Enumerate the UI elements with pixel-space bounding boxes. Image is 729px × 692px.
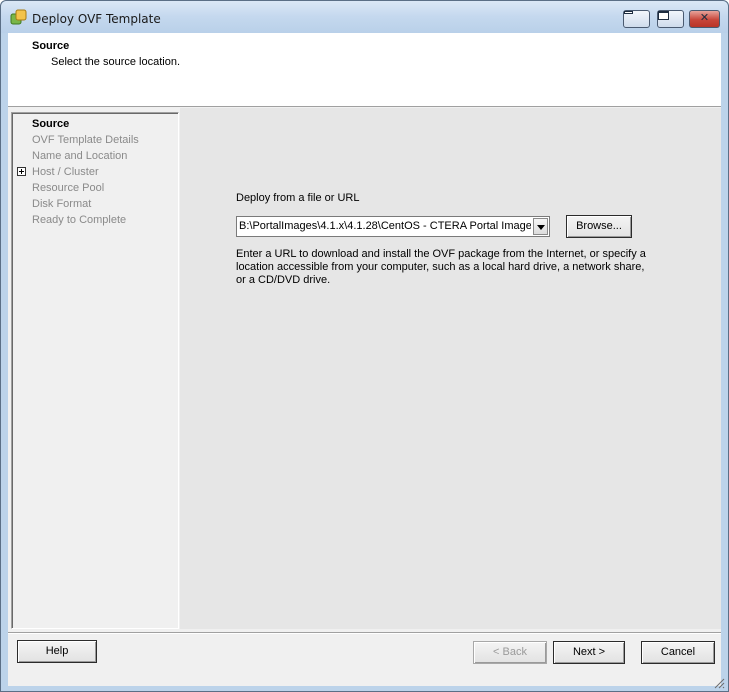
vsphere-app-icon [10,9,27,25]
wizard-header: Source Select the source location. [8,33,721,107]
source-content-panel: Deploy from a file or URL B:\PortalImage… [180,108,721,629]
step-resource-pool[interactable]: Resource Pool [32,182,104,194]
minimize-button[interactable] [623,10,650,28]
deploy-ovf-window: Deploy OVF Template ✕ Source Select the … [0,0,729,692]
wizard-steps-panel: Source OVF Template Details Name and Loc… [11,112,179,629]
step-ready-to-complete[interactable]: Ready to Complete [32,214,126,226]
next-button[interactable]: Next > [553,641,625,664]
dropdown-arrow-icon[interactable] [533,218,548,235]
cancel-button[interactable]: Cancel [641,641,715,664]
step-source[interactable]: Source [32,118,69,130]
source-path-combobox[interactable]: B:\PortalImages\4.1.x\4.1.28\CentOS - CT… [236,216,550,237]
help-button[interactable]: Help [17,640,97,663]
close-button[interactable]: ✕ [689,10,720,28]
minimize-icon [624,11,633,14]
page-subtitle: Select the source location. [51,56,181,68]
source-path-value[interactable]: B:\PortalImages\4.1.x\4.1.28\CentOS - CT… [239,220,531,232]
back-button[interactable]: < Back [473,641,547,664]
browse-button[interactable]: Browse... [566,215,632,238]
step-disk-format[interactable]: Disk Format [32,198,91,210]
resize-grip-icon[interactable] [713,677,725,689]
step-ovf-template-details[interactable]: OVF Template Details [32,134,139,146]
step-host-cluster[interactable]: Host / Cluster [32,166,99,178]
maximize-icon [658,11,669,20]
footer-divider [8,632,721,634]
maximize-button[interactable] [657,10,684,28]
deploy-source-label: Deploy from a file or URL [236,192,360,204]
source-help-text: Enter a URL to download and install the … [236,248,646,286]
dialog-client-area: Source Select the source location. Sourc… [8,33,721,686]
step-name-and-location[interactable]: Name and Location [32,150,127,162]
close-icon: ✕ [699,11,710,24]
window-title: Deploy OVF Template [32,12,161,26]
expand-plus-icon[interactable] [17,167,26,176]
page-title: Source [32,40,70,52]
title-bar[interactable]: Deploy OVF Template ✕ [1,1,728,33]
